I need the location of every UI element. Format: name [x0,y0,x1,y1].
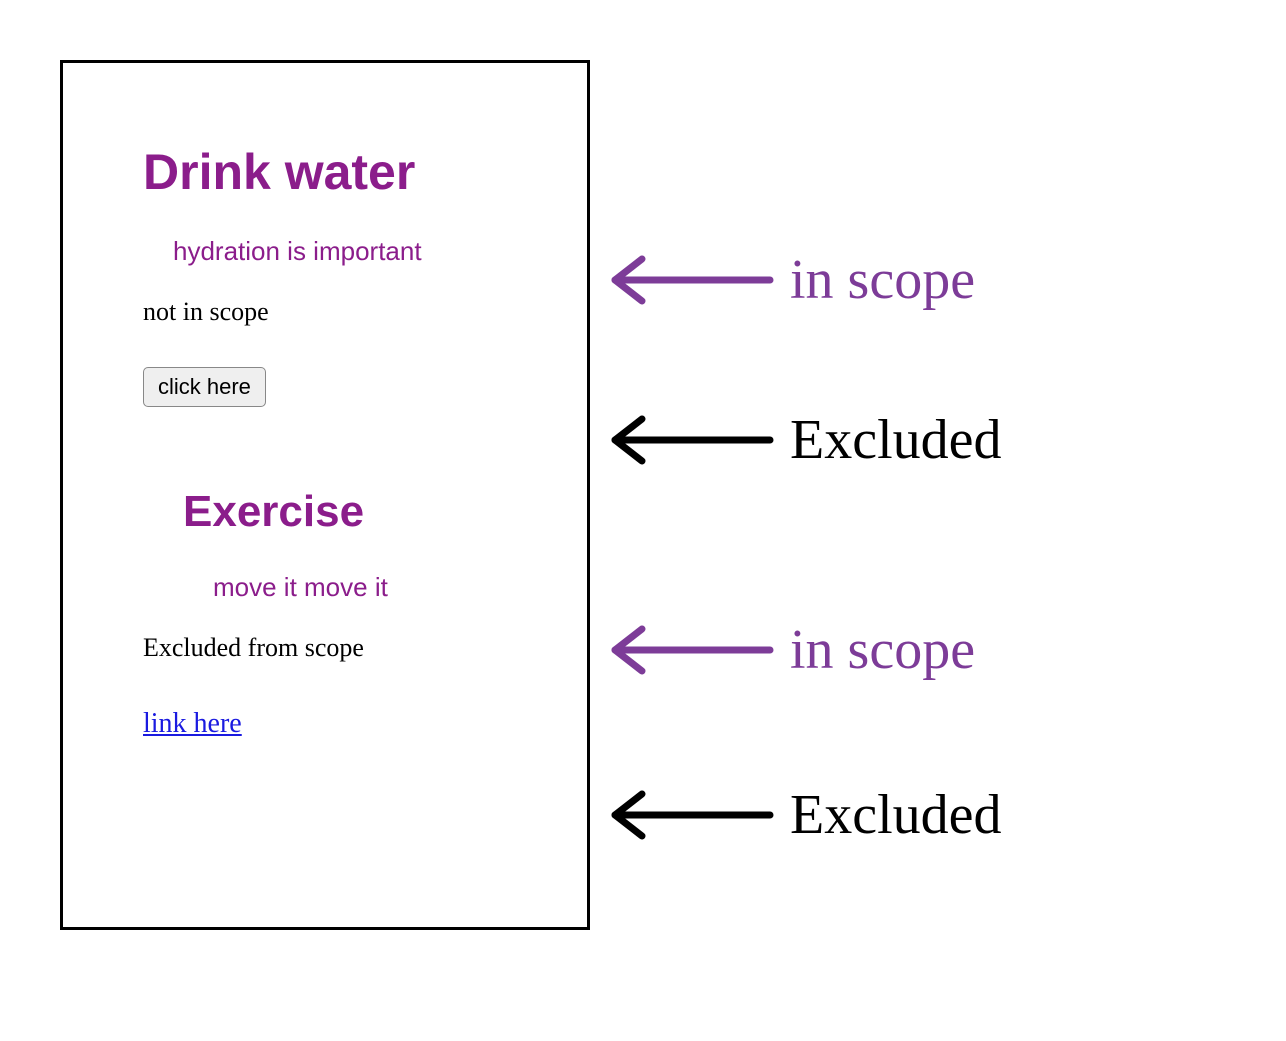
annotation-label: Excluded [790,408,1001,472]
subtext-hydration: hydration is important [173,236,547,267]
annotation-in-scope-2: in scope [600,615,975,685]
link-here[interactable]: link here [143,708,242,740]
annotation-label: in scope [790,618,975,682]
arrow-left-icon [600,615,780,685]
arrow-left-icon [600,780,780,850]
annotation-label: in scope [790,248,975,312]
subtext-move-it: move it move it [213,572,547,603]
annotations-layer: in scope Excluded in scope Excluded [600,60,1286,930]
click-here-button[interactable]: click here [143,367,266,407]
arrow-left-icon [600,405,780,475]
text-excluded-from-scope: Excluded from scope [143,633,547,663]
heading-drink-water: Drink water [143,143,547,201]
text-not-in-scope: not in scope [143,297,547,327]
heading-exercise: Exercise [183,487,547,537]
annotation-label: Excluded [790,783,1001,847]
scope-box: Drink water hydration is important not i… [60,60,590,930]
annotation-in-scope-1: in scope [600,245,975,315]
diagram-container: Drink water hydration is important not i… [60,60,590,930]
arrow-left-icon [600,245,780,315]
annotation-excluded-2: Excluded [600,780,1001,850]
annotation-excluded-1: Excluded [600,405,1001,475]
